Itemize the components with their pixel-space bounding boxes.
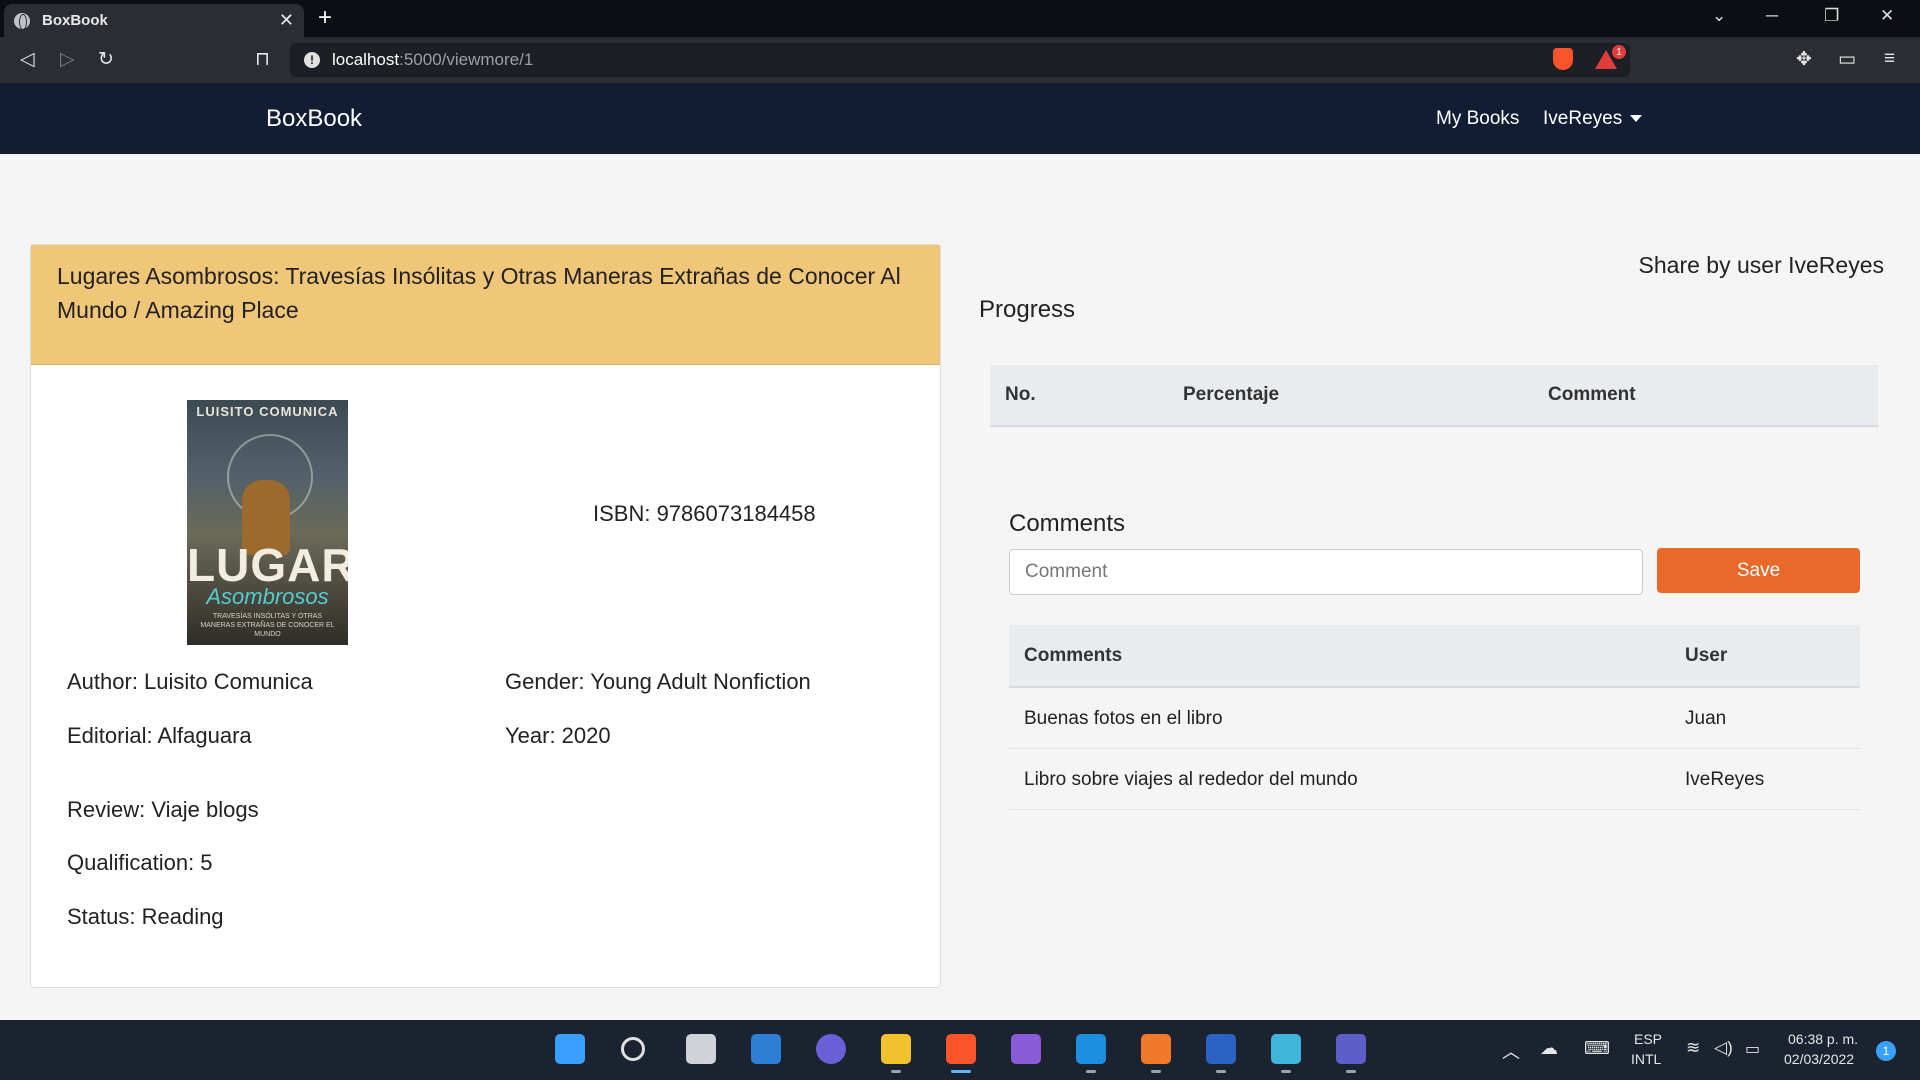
progress-col-percentage: Percentaje <box>1183 384 1280 405</box>
extensions-icon[interactable]: ✥ <box>1796 48 1812 71</box>
new-tab-button[interactable]: + <box>318 4 332 32</box>
volume-icon[interactable]: ◁) <box>1714 1038 1733 1058</box>
brand-logo[interactable]: BoxBook <box>266 105 362 133</box>
book-title: Lugares Asombrosos: Travesías Insólitas … <box>31 245 940 365</box>
comment-text: Buenas fotos en el libro <box>1024 708 1223 729</box>
window-close-icon[interactable]: ✕ <box>1880 6 1894 26</box>
running-indicator <box>1346 1070 1356 1073</box>
visual-studio-icon[interactable] <box>1011 1034 1041 1064</box>
nav-my-books[interactable]: My Books <box>1436 108 1519 130</box>
progress-col-comment: Comment <box>1548 384 1636 405</box>
tab-title: BoxBook <box>42 12 108 29</box>
onedrive-icon[interactable]: ☁ <box>1540 1038 1558 1059</box>
language-bottom[interactable]: INTL <box>1631 1051 1661 1067</box>
chevron-down-icon <box>1630 115 1643 123</box>
comments-col-comment: Comments <box>1024 645 1123 666</box>
start-icon[interactable] <box>555 1034 585 1064</box>
book-qualification: Qualification: 5 <box>67 850 213 875</box>
user-menu[interactable]: IveReyes <box>1543 108 1643 130</box>
book-review: Review: Viaje blogs <box>67 797 259 822</box>
language-top[interactable]: ESP <box>1634 1031 1662 1047</box>
comments-col-user: User <box>1685 645 1728 666</box>
back-icon[interactable]: ◁ <box>20 48 35 71</box>
active-indicator <box>951 1070 971 1073</box>
chevron-up-icon[interactable]: ︿ <box>1502 1038 1520 1064</box>
search-icon[interactable] <box>621 1037 645 1061</box>
site-info-icon[interactable]: ! <box>304 52 320 68</box>
save-button[interactable]: Save <box>1657 548 1860 593</box>
cover-subtitle-text: Asombrosos <box>206 584 329 609</box>
book-cover-image: LUISITO COMUNICA LUGARES Asombrosos TRAV… <box>187 400 348 645</box>
bookmark-icon[interactable]: ⊓ <box>255 48 270 71</box>
clock-date[interactable]: 02/03/2022 <box>1784 1051 1854 1067</box>
file-explorer-icon[interactable] <box>881 1034 911 1064</box>
comment-user: IveReyes <box>1685 769 1765 790</box>
book-gender: Gender: Young Adult Nonfiction <box>505 669 811 694</box>
running-indicator <box>1216 1070 1226 1073</box>
share-by-user: Share by user IveReyes <box>1638 252 1884 278</box>
site-navbar: BoxBook My Books IveReyes <box>0 83 1920 154</box>
vscode-icon[interactable] <box>1076 1034 1106 1064</box>
brave-browser-icon[interactable] <box>946 1034 976 1064</box>
browser-tab-strip: BoxBook ✕ + ⌄ ─ ❐ ✕ <box>0 0 1920 37</box>
comment-text: Libro sobre viajes al rededor del mundo <box>1024 769 1358 790</box>
comment-user: Juan <box>1685 708 1727 729</box>
book-isbn: ISBN: 9786073184458 <box>593 501 816 526</box>
tab-search-icon[interactable]: ⌄ <box>1712 6 1726 26</box>
forward-icon[interactable]: ▷ <box>60 48 75 71</box>
word-icon[interactable] <box>1206 1034 1236 1064</box>
running-indicator <box>891 1070 901 1073</box>
minimize-icon[interactable]: ─ <box>1766 6 1778 26</box>
notification-badge[interactable]: 1 <box>1876 1041 1896 1061</box>
running-indicator <box>1281 1070 1291 1073</box>
menu-icon[interactable]: ≡ <box>1884 48 1895 70</box>
comments-title: Comments <box>1009 510 1126 537</box>
running-indicator <box>1086 1070 1096 1073</box>
brave-shields-icon[interactable] <box>1553 48 1573 70</box>
clock-time[interactable]: 06:38 p. m. <box>1788 1031 1858 1047</box>
book-card: Lugares Asombrosos: Travesías Insólitas … <box>30 244 941 988</box>
table-row: Buenas fotos en el libro Juan <box>1009 688 1860 749</box>
url-path: :5000/viewmore/1 <box>399 50 534 69</box>
teams-icon[interactable] <box>1336 1034 1366 1064</box>
book-editorial: Editorial: Alfaguara <box>67 723 252 748</box>
url-host: localhost <box>332 50 400 69</box>
keyboard-icon[interactable]: ⌨ <box>1584 1038 1610 1059</box>
progress-col-no: No. <box>1005 384 1036 405</box>
book-status: Status: Reading <box>67 904 224 929</box>
widgets-icon[interactable] <box>751 1034 781 1064</box>
reload-icon[interactable]: ↻ <box>98 48 114 71</box>
browser-tab[interactable]: BoxBook ✕ <box>4 4 304 37</box>
cover-author-text: LUISITO COMUNICA <box>196 404 339 419</box>
battery-icon[interactable]: ▭ <box>1745 1039 1760 1059</box>
table-row: Libro sobre viajes al rededor del mundo … <box>1009 749 1860 810</box>
chat-icon[interactable] <box>816 1034 846 1064</box>
address-bar[interactable]: ! localhost:5000/viewmore/1 <box>290 43 1630 77</box>
cover-tagline-text: TRAVESÍAS INSÓLITAS Y OTRAS MANERAS EXTR… <box>200 613 335 638</box>
rewards-badge: 1 <box>1612 45 1626 59</box>
comments-table: Comments User Buenas fotos en el libro J… <box>1009 625 1860 810</box>
running-indicator <box>1151 1070 1161 1073</box>
comment-input[interactable] <box>1009 549 1643 595</box>
comments-table-header: Comments User <box>1009 625 1860 688</box>
progress-table-header: No. Percentaje Comment <box>990 365 1878 427</box>
book-year: Year: 2020 <box>505 723 611 748</box>
globe-icon <box>14 12 30 30</box>
browser-toolbar: ◁ ▷ ↻ ⊓ ! localhost:5000/viewmore/1 1 ✥ … <box>0 37 1920 83</box>
progress-title: Progress <box>979 296 1076 323</box>
notepad-icon[interactable] <box>1271 1034 1301 1064</box>
task-view-icon[interactable] <box>686 1034 716 1064</box>
tab-close-icon[interactable]: ✕ <box>279 10 294 31</box>
book-author: Author: Luisito Comunica <box>67 669 313 694</box>
wifi-icon[interactable]: ≋ <box>1686 1038 1700 1058</box>
restore-icon[interactable]: ❐ <box>1824 6 1839 26</box>
xampp-icon[interactable] <box>1141 1034 1171 1064</box>
user-menu-label: IveReyes <box>1543 108 1623 129</box>
wallet-icon[interactable]: ▭ <box>1838 48 1856 71</box>
